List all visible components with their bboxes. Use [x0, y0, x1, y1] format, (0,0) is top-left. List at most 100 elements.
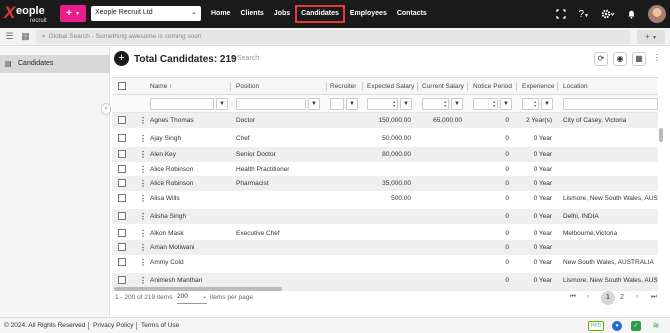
cell-name[interactable]: Aman Motiwani	[150, 240, 194, 255]
cell-name[interactable]: Alice Robinson	[150, 176, 193, 191]
spinner-icon[interactable]: ▲ ▼	[534, 100, 537, 108]
col-header-current-salary[interactable]: Current Salary	[422, 78, 464, 95]
first-page-icon[interactable]: ⏮	[570, 293, 576, 301]
table-row[interactable]: ⋮ Alisha Singh 0 0 Year Delhi, INDIA	[112, 209, 658, 224]
filter-experience-input[interactable]: ▲ ▼	[522, 98, 539, 110]
col-divider[interactable]	[326, 82, 327, 91]
col-divider[interactable]	[467, 82, 468, 91]
row-menu-icon[interactable]: ⋮	[139, 226, 147, 241]
filter-current-salary-input[interactable]: ▲ ▼	[422, 98, 449, 110]
row-menu-icon[interactable]: ⋮	[139, 240, 147, 255]
col-header-position[interactable]: Position	[236, 78, 259, 95]
row-checkbox[interactable]	[118, 258, 126, 266]
col-header-recruiter[interactable]: Recruiter	[330, 78, 356, 95]
row-menu-icon[interactable]: ⋮	[139, 191, 147, 206]
privacy-policy-link[interactable]: Privacy Policy	[93, 322, 133, 329]
spinner-icon[interactable]: ▲ ▼	[393, 100, 396, 108]
user-circle-icon[interactable]: ●	[612, 321, 622, 331]
row-menu-icon[interactable]: ⋮	[139, 147, 147, 162]
col-header-notice-period[interactable]: Notice Period	[473, 78, 512, 95]
company-select[interactable]: Xeople Recruit Ltd ⌄	[91, 6, 201, 21]
row-checkbox[interactable]	[118, 276, 126, 284]
sidebar-item-candidates[interactable]: ▤ Candidates	[0, 55, 110, 73]
help-icon[interactable]: ?▼	[578, 9, 589, 20]
row-checkbox[interactable]	[118, 212, 126, 220]
view-options-button[interactable]: ◉	[613, 52, 627, 66]
filter-name-input[interactable]	[150, 98, 214, 110]
cell-name[interactable]: Ammy Cold	[150, 255, 184, 270]
table-row[interactable]: ⋮ Aman Motiwani 0 0 Year	[112, 240, 658, 255]
cell-name[interactable]: Alkon Mask	[150, 226, 184, 241]
table-row[interactable]: ⋮ Ajay Singh Chef 50,000.00 0 0 Year	[112, 131, 658, 146]
row-menu-icon[interactable]: ⋮	[139, 273, 147, 287]
fullscreen-icon[interactable]	[556, 9, 567, 19]
row-checkbox[interactable]	[118, 165, 126, 173]
quick-add-button[interactable]: + ▼	[60, 5, 86, 22]
table-row[interactable]: ⋮ Alice Robinson Pharmacist 35,000.00 0 0 Yea…	[112, 176, 658, 191]
table-row[interactable]: ⋮ Alkon Mask Executive Chef 0 0 Year Melbourn…	[112, 226, 658, 241]
nav-clients[interactable]: Clients	[235, 5, 268, 23]
nav-candidates[interactable]: Candidates	[295, 5, 345, 23]
nav-employees[interactable]: Employees	[345, 5, 392, 23]
grid-settings-button[interactable]: ▦	[632, 52, 646, 66]
check-icon[interactable]: ✓	[631, 321, 641, 331]
row-menu-icon[interactable]: ⋮	[139, 113, 147, 128]
cell-name[interactable]: Agnes Thomas	[150, 113, 194, 128]
filter-icon[interactable]: ▼	[308, 98, 320, 110]
list-view-icon[interactable]: ☰	[4, 31, 15, 42]
filter-recruiter-input[interactable]	[330, 98, 344, 110]
col-header-location[interactable]: Location	[563, 78, 588, 95]
filter-icon[interactable]: ▼	[451, 98, 463, 110]
global-search-input[interactable]: ⌕ Global Search - Something awesome is co…	[36, 30, 630, 44]
filter-expected-salary-input[interactable]: ▲ ▼	[367, 98, 398, 110]
ppd-badge[interactable]: PPD	[588, 321, 604, 331]
row-checkbox[interactable]	[118, 134, 126, 142]
cell-name[interactable]: Alisa Wills	[150, 191, 180, 206]
vertical-scrollbar-thumb[interactable]	[659, 128, 663, 142]
table-row[interactable]: ⋮ Alen Key Senior Doctor 80,000.00 0 0 Year	[112, 147, 658, 162]
filter-icon[interactable]: ▼	[400, 98, 412, 110]
table-row[interactable]: ⋮ Alice Robinson Health Practitioner 0 0 Yea…	[112, 162, 658, 177]
user-avatar[interactable]	[648, 5, 666, 23]
col-divider[interactable]	[417, 82, 418, 91]
gear-icon[interactable]	[601, 9, 615, 19]
bell-icon[interactable]	[627, 9, 636, 19]
col-divider[interactable]	[557, 82, 558, 91]
col-header-name[interactable]: Name ↑	[150, 78, 172, 95]
row-menu-icon[interactable]: ⋮	[139, 131, 147, 146]
table-row[interactable]: ⋮ Alisa Wills 500.00 0 0 Year Lismore, New So…	[112, 191, 658, 206]
filter-icon[interactable]: ▼	[216, 98, 228, 110]
filter-location-input[interactable]	[563, 98, 658, 110]
row-checkbox[interactable]	[118, 116, 126, 124]
nav-home[interactable]: Home	[206, 5, 235, 23]
filter-icon[interactable]: ▼	[500, 98, 512, 110]
last-page-icon[interactable]: ⏭	[651, 293, 657, 301]
terms-of-use-link[interactable]: Terms of Use	[141, 322, 179, 329]
filter-icon[interactable]: ▼	[541, 98, 553, 110]
row-menu-icon[interactable]: ⋮	[139, 176, 147, 191]
cell-name[interactable]: Alen Key	[150, 147, 176, 162]
spinner-icon[interactable]: ▲ ▼	[444, 100, 447, 108]
col-divider[interactable]	[362, 82, 363, 91]
select-all-checkbox[interactable]	[118, 82, 126, 90]
col-divider[interactable]	[230, 82, 231, 91]
page-1-button[interactable]: 1	[601, 291, 615, 305]
table-search-input[interactable]: ⌕ Search	[231, 55, 259, 63]
filter-position-input[interactable]	[236, 98, 306, 110]
col-divider[interactable]	[516, 82, 517, 91]
row-checkbox[interactable]	[118, 243, 126, 251]
cell-name[interactable]: Ajay Singh	[150, 131, 181, 146]
add-dropdown-button[interactable]: + ▼	[637, 30, 665, 44]
row-checkbox[interactable]	[118, 150, 126, 158]
more-options-button[interactable]: ⋮	[650, 52, 664, 66]
add-candidate-button[interactable]: +	[114, 51, 129, 66]
spinner-icon[interactable]: ▲ ▼	[493, 100, 496, 108]
grid-view-icon[interactable]: ▦	[20, 31, 31, 42]
refresh-button[interactable]: ⟳	[594, 52, 608, 66]
row-checkbox[interactable]	[118, 179, 126, 187]
table-row[interactable]: ⋮ Agnes Thomas Doctor 150,000.00 65,000.00 0 2…	[112, 113, 658, 128]
cell-name[interactable]: Alisha Singh	[150, 209, 186, 224]
cell-name[interactable]: Alice Robinson	[150, 162, 193, 177]
row-menu-icon[interactable]: ⋮	[139, 209, 147, 224]
table-row[interactable]: ⋮ Animesh Manthan 0 0 Year Lismore, New Sout…	[112, 273, 658, 287]
